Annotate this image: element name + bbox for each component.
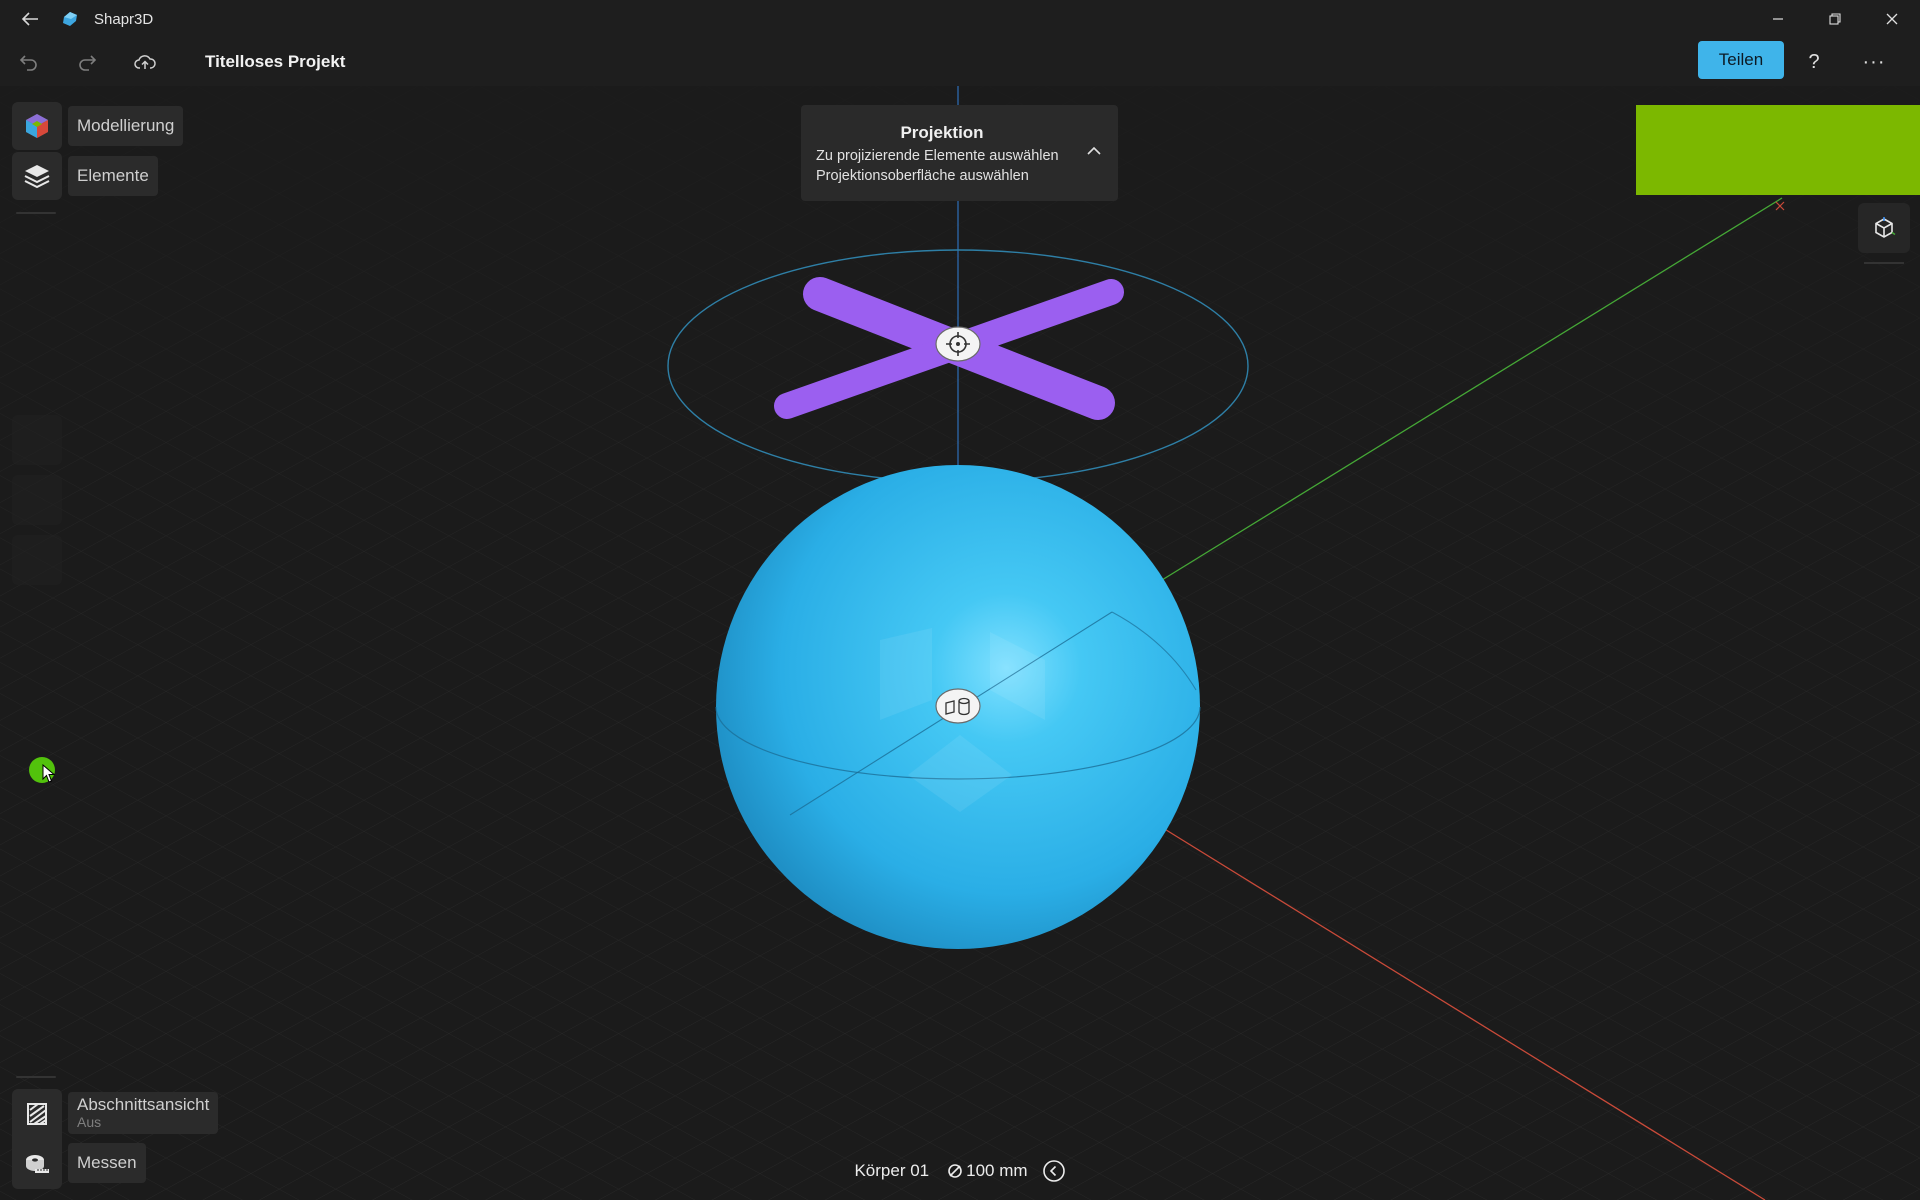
projection-panel: Projektion Zu projizierende Elemente aus… bbox=[801, 105, 1118, 201]
elements-button[interactable] bbox=[12, 152, 62, 200]
modeling-cube-icon bbox=[26, 114, 48, 138]
section-view-button[interactable] bbox=[12, 1089, 62, 1139]
share-button[interactable]: Teilen bbox=[1698, 41, 1784, 79]
cloud-upload-icon bbox=[134, 55, 156, 69]
status-bar: Körper 01 100 mm bbox=[0, 1156, 1920, 1186]
modeling-button[interactable] bbox=[12, 102, 62, 150]
projection-step-2: Projektionsoberfläche auswählen bbox=[816, 168, 1029, 184]
back-button[interactable] bbox=[0, 0, 60, 38]
main-toolbar: Titelloses Projekt Teilen ? ··· bbox=[0, 38, 1920, 86]
undo-button[interactable] bbox=[0, 38, 58, 86]
app-logo-icon bbox=[63, 12, 77, 26]
cloud-upload-button[interactable] bbox=[116, 38, 174, 86]
mouse-cursor-icon bbox=[42, 764, 56, 783]
project-title[interactable]: Titelloses Projekt bbox=[205, 52, 345, 72]
body-handle[interactable] bbox=[935, 688, 981, 724]
title-bar: Shapr3D bbox=[0, 0, 1920, 38]
arrow-left-icon bbox=[21, 12, 38, 26]
projection-title: Projektion bbox=[900, 123, 984, 142]
overlay-panel bbox=[1636, 105, 1920, 195]
section-view-icon bbox=[27, 1103, 47, 1125]
diameter-icon bbox=[948, 1164, 962, 1178]
3d-viewport[interactable] bbox=[0, 86, 1920, 1200]
chevron-up-icon[interactable] bbox=[1084, 141, 1104, 161]
sphere-body[interactable] bbox=[715, 465, 1201, 949]
tool-slot-1[interactable] bbox=[12, 415, 62, 465]
more-options-button[interactable]: ··· bbox=[1854, 38, 1894, 86]
sidebar-bottom-divider bbox=[16, 1076, 56, 1078]
redo-button[interactable] bbox=[58, 38, 116, 86]
sidebar-divider bbox=[16, 212, 56, 214]
view-cube-button[interactable] bbox=[1858, 203, 1910, 253]
layers-icon bbox=[24, 165, 50, 189]
scene-canvas[interactable] bbox=[0, 86, 1920, 1200]
diameter-readout[interactable]: 100 mm bbox=[947, 1161, 1028, 1181]
window-controls bbox=[1749, 0, 1920, 38]
projection-step-1: Zu projizierende Elemente auswählen bbox=[816, 148, 1059, 164]
redo-icon bbox=[79, 55, 97, 71]
close-icon bbox=[1886, 13, 1897, 25]
diameter-value: 100 mm bbox=[966, 1161, 1028, 1180]
restore-button[interactable] bbox=[1806, 0, 1863, 38]
app-name: Shapr3D bbox=[94, 10, 154, 28]
help-button[interactable]: ? bbox=[1794, 38, 1834, 86]
back-circle-icon[interactable] bbox=[1042, 1159, 1066, 1183]
section-view-label-box[interactable]: Abschnittsansicht Aus bbox=[68, 1092, 219, 1134]
section-view-status: Aus bbox=[77, 1114, 102, 1130]
minimize-icon bbox=[1772, 18, 1783, 20]
elements-label[interactable]: Elemente bbox=[68, 156, 158, 196]
tool-slot-2[interactable] bbox=[12, 475, 62, 525]
close-button[interactable] bbox=[1863, 0, 1920, 38]
modeling-label[interactable]: Modellierung bbox=[68, 106, 184, 146]
right-divider bbox=[1864, 262, 1904, 264]
view-cube-icon bbox=[1875, 217, 1896, 238]
selected-body-name: Körper 01 bbox=[854, 1161, 930, 1180]
undo-icon bbox=[19, 55, 37, 71]
section-view-label: Abschnittsansicht bbox=[77, 1095, 210, 1114]
tool-slot-3[interactable] bbox=[12, 535, 62, 585]
minimize-button[interactable] bbox=[1749, 0, 1806, 38]
restore-icon bbox=[1828, 13, 1841, 25]
